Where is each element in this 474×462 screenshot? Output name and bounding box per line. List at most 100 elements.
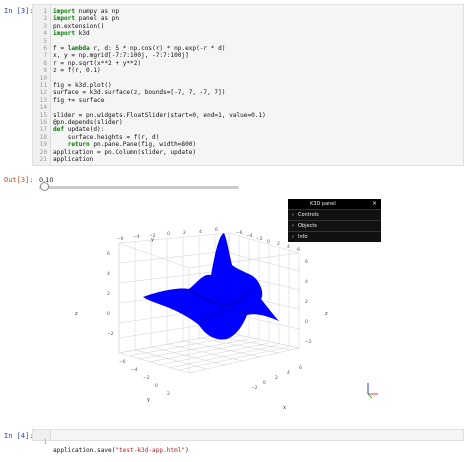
tick-label: 6 (305, 259, 308, 265)
tick-label: −2 (305, 339, 312, 345)
line-code: application = pn.Column(slider, update) (53, 149, 196, 156)
line-number: 21 (39, 156, 47, 163)
tick-label: 0 (155, 383, 158, 389)
folder-info[interactable]: › Info (288, 231, 381, 242)
float-slider-track[interactable] (39, 186, 239, 189)
code-cell-1[interactable]: 1 import numpy as np 2 import panel as pn 3 p… (32, 4, 464, 166)
line-number: 13 (39, 96, 47, 104)
tick-label: −6 (236, 230, 243, 236)
float-slider-thumb[interactable] (40, 182, 49, 191)
tick-label: 0 (267, 239, 270, 245)
code-string: "test-k3d-app.html" (115, 446, 186, 454)
line-number: 12 (39, 89, 47, 97)
y-axis-label: y (151, 237, 154, 243)
line-number: 10 (39, 74, 47, 82)
tick-label: 0 (263, 380, 266, 386)
code-cell-2[interactable]: 1 application.save("test-k3d-app.html") (32, 429, 464, 454)
line-code: fig += surface (53, 97, 104, 104)
code-text: panel as pn (75, 15, 120, 23)
tick-label: 2 (107, 291, 110, 297)
line-number: 2 (43, 15, 47, 23)
line-code: slider = pn.widgets.FloatSlider(start=0,… (53, 112, 266, 119)
tick-label: −2 (107, 331, 114, 337)
line-number: 8 (43, 59, 47, 67)
line-code: application (53, 156, 93, 163)
k3d-panel[interactable]: K3D panel × › Controls › Objects › Info (288, 199, 381, 242)
code-line: 1 application.save("test-k3d-app.html") (33, 432, 188, 453)
z-axis-label-right: z (325, 311, 328, 317)
line-number: 5 (43, 37, 47, 45)
tick-label: 6 (215, 227, 218, 233)
tick-label: −4 (131, 367, 138, 373)
code-text: update(d): (64, 126, 105, 134)
x-axis-label: x (283, 405, 286, 411)
line-code: def update(d): (53, 126, 104, 133)
k3d-panel-title-text: K3D panel (310, 201, 336, 207)
code-keyword: import (53, 30, 76, 38)
code-text: z = f(r, 0.1) (53, 67, 101, 75)
line-code: return pn.pane.Pane(fig, width=800) (53, 141, 196, 148)
surface-mesh (143, 233, 279, 340)
tick-label: 0 (305, 319, 308, 325)
tick-label: 4 (107, 271, 110, 277)
folder-objects[interactable]: › Objects (288, 220, 381, 231)
k3d-panel-title[interactable]: K3D panel × (288, 199, 381, 209)
code-text: application = pn.Column(slider, update) (53, 148, 197, 156)
line-number: 9 (43, 67, 47, 75)
line-number: 17 (39, 126, 47, 134)
tick-label: 2 (167, 391, 170, 397)
close-icon[interactable]: × (372, 199, 377, 209)
code-keyword: import (53, 15, 76, 23)
code-text: slider = pn.widgets.FloatSlider(start=0,… (53, 111, 266, 119)
line-number: 14 (39, 104, 47, 112)
line-code: surface = k3d.surface(z, bounds=[-7, 7, … (53, 89, 225, 96)
output-prompt: Out[3]: (4, 176, 34, 184)
code-keyword: def (53, 126, 65, 134)
code-text: k3d (75, 30, 90, 38)
code-text: @pn.depends(slider) (53, 119, 123, 126)
tick-label: 2 (183, 230, 186, 236)
tick-label: 4 (287, 244, 290, 250)
tick-label: 2 (277, 241, 280, 247)
tick-label: 6 (299, 365, 302, 371)
code-keyword: import (53, 8, 76, 15)
line-code: x, y = np.mgrid[-7:7:100j, -7:7:100j] (53, 52, 189, 59)
line-code: z = f(r, 0.1) (53, 67, 101, 74)
folder-controls[interactable]: › Controls (288, 209, 381, 220)
line-number: 18 (39, 133, 47, 141)
line-number: 3 (43, 22, 47, 30)
line-number: 16 (39, 119, 47, 126)
line-number: 1 (43, 8, 47, 15)
tick-label: 4 (199, 229, 202, 235)
code-keyword: return (67, 141, 90, 149)
line-code: f = lambda r, d: 5 * np.cos(r) * np.exp(… (53, 45, 225, 52)
tick-label: 4 (305, 279, 308, 285)
tick-label: −2 (251, 385, 258, 391)
tick-label: 4 (287, 370, 290, 376)
code-keyword: lambda (67, 45, 90, 52)
cell2-prompt: In [4]: (4, 432, 34, 440)
line-number: 4 (43, 30, 47, 38)
folder-label: Objects (298, 223, 317, 229)
code-text: f = (53, 45, 68, 52)
line-code: fig = k3d.plot() (53, 82, 112, 89)
cell1-prompt: In [3]: (4, 7, 34, 15)
tick-label: −4 (133, 234, 140, 240)
code-text: ) (185, 446, 189, 454)
tick-label: −6 (119, 359, 126, 365)
code-text: surface = k3d.surface(z, bounds=[-7, 7, … (53, 89, 226, 97)
code-text: r, d: 5 * np.cos(r) * np.exp(-r * d) (89, 45, 226, 52)
line-number: 6 (43, 45, 47, 52)
line-number: 7 (43, 52, 47, 60)
tick-label: 0 (167, 231, 170, 237)
tick-label: −2 (256, 236, 263, 242)
code-text: application.save( (53, 446, 116, 454)
tick-label: 2 (305, 299, 308, 305)
folder-label: Info (298, 234, 308, 240)
tick-label: 6 (107, 251, 110, 257)
code-text: application (53, 156, 94, 163)
line-code: import k3d (53, 30, 90, 37)
code-text: pn.extension() (53, 22, 105, 30)
line-code: surface.heights = f(r, d) (53, 134, 160, 141)
